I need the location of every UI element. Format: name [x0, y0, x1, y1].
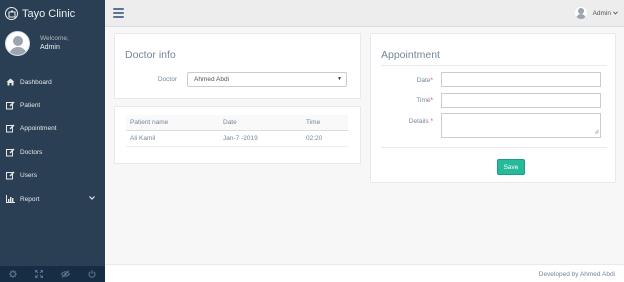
sidebar-footer — [0, 266, 105, 282]
sidebar-item-label: Users — [20, 171, 37, 179]
footer-credit: Developed by Ahmed Abdi — [538, 271, 615, 278]
user-name: Admin — [592, 9, 611, 17]
avatar — [5, 31, 30, 56]
doctor-label: Doctor — [157, 76, 177, 83]
table-header-row: Patient name Date Time — [126, 115, 348, 131]
doctor-select[interactable]: Ahmed Abdi ▼ — [187, 72, 347, 87]
lock-icon[interactable] — [61, 269, 71, 279]
sidebar-item-label: Doctors — [20, 148, 43, 156]
welcome-text: Welcome, — [40, 35, 69, 42]
app-title: Tayo Clinic — [22, 7, 76, 20]
sidebar-item-patient[interactable]: Patient — [0, 95, 105, 115]
details-label: Details * — [408, 118, 433, 125]
resize-handle-icon[interactable] — [594, 129, 599, 136]
bar-chart-icon — [6, 195, 15, 204]
fullscreen-icon[interactable] — [34, 269, 44, 279]
time-input[interactable] — [441, 93, 601, 108]
sidebar-item-dashboard[interactable]: Dashboard — [0, 72, 105, 92]
save-button[interactable]: Save — [497, 159, 525, 175]
sidebar-item-appointment[interactable]: Appointment — [0, 118, 105, 138]
power-icon[interactable] — [87, 269, 97, 279]
column-header: Patient name — [126, 115, 219, 131]
edit-icon — [6, 124, 15, 133]
appointments-table: Patient name Date Time Ali Kamil Jan-7 -… — [126, 115, 348, 147]
sidebar-item-label: Patient — [20, 101, 41, 109]
menu-toggle-icon[interactable] — [113, 8, 124, 18]
chevron-down-icon — [613, 10, 618, 17]
patient-name-cell: Ali Kamil — [126, 130, 219, 147]
top-navbar: Admin — [105, 0, 624, 27]
date-cell: Jan-7 -2019 — [219, 130, 302, 147]
date-input[interactable] — [441, 72, 601, 87]
chevron-down-icon — [89, 195, 95, 202]
profile: Welcome, Admin — [5, 31, 69, 56]
sidebar-item-label: Dashboard — [20, 78, 52, 86]
table-row[interactable]: Ali Kamil Jan-7 -2019 02:20 — [126, 130, 348, 147]
time-cell: 02:20 — [302, 130, 348, 147]
doctor-select-value: Ahmed Abdi — [194, 76, 230, 83]
panel-title: Appointment — [381, 49, 440, 61]
time-label: Time* — [416, 97, 433, 104]
edit-icon — [6, 148, 15, 157]
date-label: Date* — [416, 77, 433, 84]
avatar — [574, 7, 587, 19]
panel-title: Doctor info — [125, 49, 176, 61]
doctor-info-panel: Doctor info Doctor Ahmed Abdi ▼ — [114, 33, 361, 99]
appointment-list-panel: Patient name Date Time Ali Kamil Jan-7 -… — [114, 106, 361, 164]
user-menu[interactable]: Admin — [574, 7, 618, 19]
column-header: Time — [302, 115, 348, 131]
dropdown-arrow-icon: ▼ — [337, 76, 342, 82]
clinic-logo-icon — [5, 7, 18, 20]
sidebar-item-doctors[interactable]: Doctors — [0, 142, 105, 162]
sidebar-item-users[interactable]: Users — [0, 165, 105, 185]
sidebar-item-label: Report — [20, 195, 40, 203]
home-icon — [6, 78, 15, 87]
footer: Developed by Ahmed Abdi — [105, 264, 624, 282]
profile-name: Admin — [40, 44, 60, 51]
details-textarea[interactable] — [441, 113, 601, 138]
sidebar-item-label: Appointment — [20, 124, 57, 132]
edit-icon — [6, 101, 15, 110]
sidebar: Tayo Clinic Welcome, Admin Dashboard Pat… — [0, 0, 105, 282]
column-header: Date — [219, 115, 302, 131]
edit-icon — [6, 171, 15, 180]
sidebar-item-report[interactable]: Report — [0, 189, 105, 209]
appointment-form-panel: Appointment Date* Time* Details * Save — [370, 33, 616, 183]
settings-icon[interactable] — [8, 269, 18, 279]
brand[interactable]: Tayo Clinic — [0, 0, 105, 27]
